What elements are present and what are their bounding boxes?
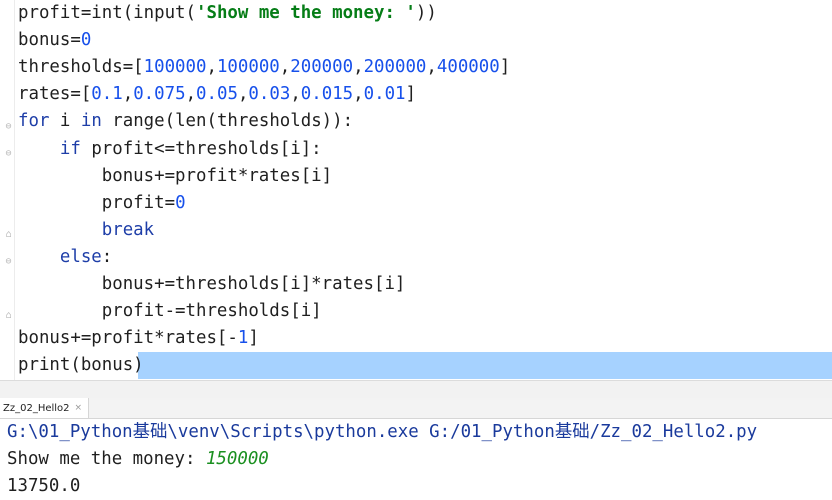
code-editor[interactable]: ⊖ ⊖ ⌂ ⊖ ⌂ profit=int(input('Show me the … xyxy=(0,0,832,380)
code-token: , xyxy=(353,84,364,105)
code-token: , xyxy=(279,57,291,78)
run-console[interactable]: G:\01_Python基础\venv\Scripts\python.exe G… xyxy=(0,419,832,500)
code-line[interactable]: else: xyxy=(18,244,112,271)
code-token: , xyxy=(353,57,364,78)
editor-gutter: ⊖ ⊖ ⌂ ⊖ ⌂ xyxy=(0,0,15,380)
code-line[interactable]: bonus+=profit*rates[i] xyxy=(18,163,332,190)
code-line[interactable]: bonus+=profit*rates[-1] xyxy=(18,325,259,352)
code-line[interactable]: bonus+=thresholds[i]*rates[i] xyxy=(18,271,406,298)
code-token: 200000 xyxy=(363,57,427,78)
code-token: 200000 xyxy=(290,57,354,78)
code-token: 0.01 xyxy=(363,84,406,105)
code-token: rates=[ xyxy=(18,84,92,105)
code-line[interactable]: profit=0 xyxy=(18,190,186,217)
code-token: 0.05 xyxy=(196,84,238,105)
code-token: , xyxy=(290,84,301,105)
code-token: profit= xyxy=(18,192,176,213)
code-token: bonus= xyxy=(18,30,81,51)
code-token: range(len(thresholds)): xyxy=(101,111,354,132)
code-token: 1 xyxy=(237,328,249,349)
code-token: else xyxy=(59,246,102,267)
code-token: , xyxy=(237,84,249,105)
code-token: 'Show me the money: ' xyxy=(196,3,416,23)
code-line[interactable]: break xyxy=(18,217,154,244)
code-token: : xyxy=(101,246,113,267)
code-token: i xyxy=(49,111,81,132)
code-token: 100000 xyxy=(143,57,207,78)
code-token: 0 xyxy=(80,30,92,51)
code-token: profit-=thresholds[i] xyxy=(18,301,322,322)
code-token: if xyxy=(59,138,81,159)
code-token: , xyxy=(122,84,134,105)
code-token: 0.015 xyxy=(300,84,354,105)
run-tab-label: Zz_02_Hello2 xyxy=(3,402,70,414)
run-tab[interactable]: Zz_02_Hello2 × xyxy=(0,398,90,418)
code-token: bonus+=profit*rates[- xyxy=(18,328,238,349)
code-line[interactable]: bonus=0 xyxy=(18,27,91,54)
code-token: bonus+=thresholds[i]*rates[i] xyxy=(18,274,406,294)
code-line[interactable]: rates=[0.1,0.075,0.05,0.03,0.015,0.01] xyxy=(18,81,416,108)
console-prompt: Show me the money: xyxy=(7,449,206,469)
console-output: 13750.0 xyxy=(7,476,81,496)
code-token: )) xyxy=(415,3,437,23)
code-token: profit=int(input( xyxy=(18,3,196,23)
close-icon[interactable]: × xyxy=(75,403,83,413)
console-prompt-line: Show me the money: 150000 xyxy=(7,446,269,473)
code-token: ] xyxy=(248,328,259,349)
fold-end-icon[interactable]: ⌂ xyxy=(4,311,13,321)
code-token: break xyxy=(101,219,155,240)
selection-highlight xyxy=(138,352,832,379)
code-token: bonus+=profit*rates[i] xyxy=(18,165,333,186)
code-line[interactable]: profit=int(input('Show me the money: ')) xyxy=(18,0,437,27)
code-token: 0.03 xyxy=(248,84,291,105)
fold-marker-icon[interactable]: ⊖ xyxy=(4,122,13,132)
console-user-input: 150000 xyxy=(205,449,269,469)
code-token: print(bonus) xyxy=(18,355,144,376)
fold-marker-icon[interactable]: ⊖ xyxy=(4,257,13,267)
console-command-line: G:\01_Python基础\venv\Scripts\python.exe G… xyxy=(7,422,758,442)
code-token: for xyxy=(18,111,50,132)
code-token: 0 xyxy=(175,192,186,213)
code-token: , xyxy=(206,57,217,78)
code-token: 100000 xyxy=(216,57,280,78)
code-token: , xyxy=(426,57,437,78)
run-tab-bar: Zz_02_Hello2 × xyxy=(0,398,832,419)
code-line[interactable]: print(bonus) xyxy=(18,352,144,379)
code-token: 0.075 xyxy=(133,84,186,105)
code-line[interactable]: thresholds=[100000,100000,200000,200000,… xyxy=(18,54,510,81)
code-token: 0.1 xyxy=(91,84,123,105)
code-line[interactable]: profit-=thresholds[i] xyxy=(18,298,322,325)
code-token: in xyxy=(80,111,102,132)
code-token: , xyxy=(185,84,197,105)
code-token: profit<=thresholds[i]: xyxy=(80,138,322,159)
code-line[interactable]: for i in range(len(thresholds)): xyxy=(18,108,353,135)
fold-marker-icon[interactable]: ⊖ xyxy=(4,149,13,159)
fold-end-icon[interactable]: ⌂ xyxy=(4,230,13,240)
code-token: ] xyxy=(499,57,511,78)
code-token: 400000 xyxy=(436,57,500,78)
code-token: ] xyxy=(405,84,417,105)
code-token: thresholds=[ xyxy=(18,57,144,78)
code-line[interactable]: if profit<=thresholds[i]: xyxy=(18,136,322,163)
panel-divider[interactable] xyxy=(0,380,832,399)
